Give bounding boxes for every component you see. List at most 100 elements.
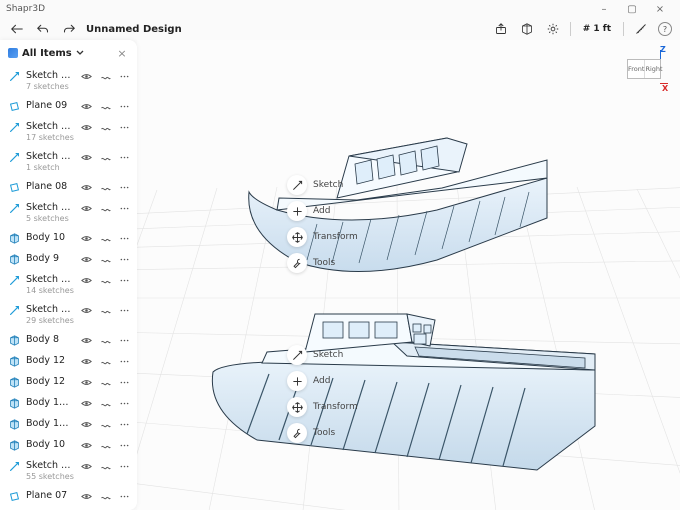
item-row[interactable]: Sketch plane 455 sketches [0, 198, 137, 228]
visibility-toggle[interactable] [80, 70, 93, 83]
tools-button[interactable] [287, 253, 307, 273]
item-row[interactable]: Plane 08 [0, 177, 137, 198]
help-button[interactable]: ? [658, 22, 672, 36]
item-row[interactable]: Sketch plane 4717 sketches [0, 117, 137, 147]
sketch-button-2[interactable] [287, 345, 307, 365]
item-row[interactable]: Body 8 [0, 330, 137, 351]
section-toggle[interactable] [99, 418, 112, 431]
section-toggle[interactable] [99, 274, 112, 287]
item-row[interactable]: Body 9 [0, 249, 137, 270]
section-toggle[interactable] [99, 151, 112, 164]
visibility-toggle[interactable] [80, 253, 93, 266]
items-dropdown[interactable]: All Items [8, 48, 84, 59]
transform-button-2[interactable] [287, 397, 307, 417]
visibility-toggle[interactable] [80, 151, 93, 164]
visibility-toggle[interactable] [80, 418, 93, 431]
visibility-toggle[interactable] [80, 490, 93, 503]
item-row[interactable]: Sketch plane 487 sketches [0, 66, 137, 96]
item-more-button[interactable] [118, 151, 131, 164]
item-row[interactable]: Body 12 [0, 372, 137, 393]
item-row[interactable]: Sketch plane 43 (2)14 sketches [0, 270, 137, 300]
settings-button[interactable] [544, 20, 562, 38]
section-toggle[interactable] [99, 397, 112, 410]
section-toggle[interactable] [99, 490, 112, 503]
visibility-toggle[interactable] [80, 121, 93, 134]
visibility-toggle[interactable] [80, 334, 93, 347]
section-toggle[interactable] [99, 439, 112, 452]
view-cube-front[interactable]: Front [628, 60, 645, 78]
item-more-button[interactable] [118, 232, 131, 245]
add-button[interactable] [287, 201, 307, 221]
section-toggle[interactable] [99, 460, 112, 473]
item-more-button[interactable] [118, 253, 131, 266]
section-toggle[interactable] [99, 355, 112, 368]
item-row[interactable]: Body 12 [0, 351, 137, 372]
section-toggle[interactable] [99, 70, 112, 83]
item-more-button[interactable] [118, 181, 131, 194]
item-row[interactable]: Body 16 (1) [0, 414, 137, 435]
document-title[interactable]: Unnamed Design [86, 24, 182, 35]
item-row[interactable]: Sketch plane 3855 sketches [0, 456, 137, 486]
item-more-button[interactable] [118, 334, 131, 347]
section-toggle[interactable] [99, 100, 112, 113]
visibility-toggle[interactable] [80, 274, 93, 287]
window-maximize-button[interactable]: ▢ [618, 4, 646, 15]
visibility-toggle[interactable] [80, 232, 93, 245]
visibility-toggle[interactable] [80, 397, 93, 410]
item-more-button[interactable] [118, 490, 131, 503]
item-row[interactable]: Body 10 [0, 228, 137, 249]
section-toggle[interactable] [99, 376, 112, 389]
section-toggle[interactable] [99, 121, 112, 134]
sketch-button[interactable] [287, 175, 307, 195]
section-toggle[interactable] [99, 181, 112, 194]
view-cube-right[interactable]: Right [645, 60, 662, 78]
undo-button[interactable] [34, 20, 52, 38]
sidebar-close-button[interactable]: × [115, 46, 129, 60]
item-row[interactable]: Sketch plane 461 sketch [0, 147, 137, 177]
visibility-toggle[interactable] [80, 181, 93, 194]
item-row[interactable]: Plane 07 [0, 486, 137, 507]
item-more-button[interactable] [118, 100, 131, 113]
section-toggle[interactable] [99, 202, 112, 215]
item-more-button[interactable] [118, 376, 131, 389]
measure-button[interactable] [632, 20, 650, 38]
section-toggle[interactable] [99, 253, 112, 266]
item-more-button[interactable] [118, 70, 131, 83]
item-more-button[interactable] [118, 397, 131, 410]
view-cube-face[interactable]: Front Right [627, 59, 661, 79]
section-toggle[interactable] [99, 334, 112, 347]
item-more-button[interactable] [118, 460, 131, 473]
window-close-button[interactable]: × [646, 4, 674, 15]
tools-button-2[interactable] [287, 423, 307, 443]
visibility-toggle[interactable] [80, 100, 93, 113]
window-minimize-button[interactable]: – [590, 4, 618, 15]
display-mode-button[interactable] [518, 20, 536, 38]
item-row[interactable]: Plane 09 [0, 96, 137, 117]
add-button-2[interactable] [287, 371, 307, 391]
item-more-button[interactable] [118, 121, 131, 134]
item-more-button[interactable] [118, 418, 131, 431]
back-button[interactable] [8, 20, 26, 38]
item-more-button[interactable] [118, 355, 131, 368]
section-toggle[interactable] [99, 304, 112, 317]
visibility-toggle[interactable] [80, 304, 93, 317]
visibility-toggle[interactable] [80, 460, 93, 473]
item-row[interactable]: Body 10 [0, 435, 137, 456]
item-row[interactable]: Sketch plane 4329 sketches [0, 300, 137, 330]
item-more-button[interactable] [118, 304, 131, 317]
visibility-toggle[interactable] [80, 355, 93, 368]
item-row[interactable]: Body 11 (1) [0, 393, 137, 414]
item-more-button[interactable] [118, 439, 131, 452]
item-more-button[interactable] [118, 202, 131, 215]
3d-viewport[interactable]: Sketch Add Transform Tools Sketch Add Tr… [137, 40, 680, 510]
view-cube[interactable]: Z X Front Right [620, 48, 668, 90]
redo-button[interactable] [60, 20, 78, 38]
export-button[interactable] [492, 20, 510, 38]
units-toggle[interactable]: # 1 ft [579, 24, 615, 34]
item-more-button[interactable] [118, 274, 131, 287]
section-toggle[interactable] [99, 232, 112, 245]
transform-button[interactable] [287, 227, 307, 247]
visibility-toggle[interactable] [80, 376, 93, 389]
visibility-toggle[interactable] [80, 202, 93, 215]
visibility-toggle[interactable] [80, 439, 93, 452]
